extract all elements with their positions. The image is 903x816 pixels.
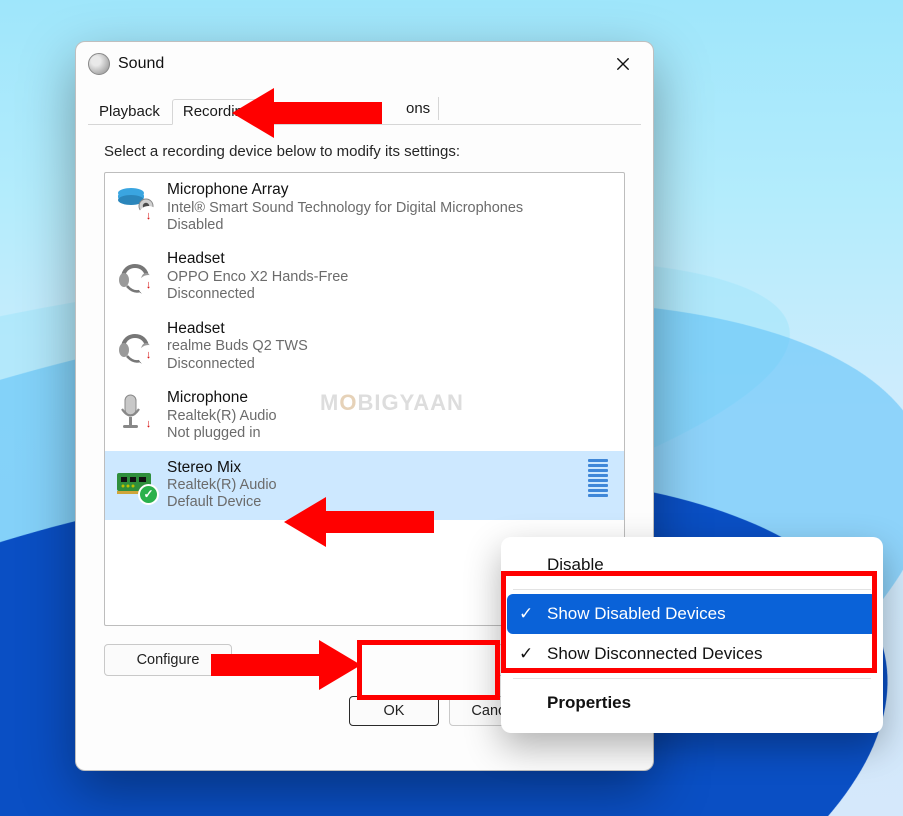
device-sub: Intel® Smart Sound Technology for Digita… <box>167 200 523 217</box>
level-meter-icon <box>588 459 608 497</box>
sound-icon <box>88 53 110 75</box>
disconnected-badge-icon <box>138 345 159 366</box>
check-icon: ✓ <box>519 644 533 664</box>
menu-separator <box>513 589 871 590</box>
default-check-badge-icon <box>138 484 159 505</box>
menu-item-show-disabled[interactable]: ✓ Show Disabled Devices <box>507 594 877 634</box>
microphone-icon <box>113 389 157 433</box>
device-sub: Realtek(R) Audio <box>167 408 277 425</box>
sound-card-icon <box>113 459 157 503</box>
titlebar: Sound <box>76 42 653 84</box>
menu-item-properties[interactable]: Properties <box>507 683 877 723</box>
device-item-headset-realme[interactable]: Headset realme Buds Q2 TWS Disconnected <box>105 312 624 381</box>
configure-button[interactable]: Configure <box>104 644 232 676</box>
desktop-wallpaper: Sound Playback Recording ons Select a re… <box>0 0 903 816</box>
device-name: Headset <box>167 320 308 339</box>
instruction-text: Select a recording device below to modif… <box>104 143 625 160</box>
headset-icon <box>113 320 157 364</box>
tabs-row: Playback Recording ons <box>88 96 641 125</box>
menu-item-disable[interactable]: Disable <box>507 545 877 585</box>
device-item-mic-array[interactable]: Microphone Array Intel® Smart Sound Tech… <box>105 173 624 242</box>
menu-label: Disable <box>547 555 604 575</box>
dialog-title: Sound <box>118 55 601 73</box>
device-status: Default Device <box>167 494 277 511</box>
tab-recording[interactable]: Recording <box>172 99 264 125</box>
close-button[interactable] <box>601 49 645 79</box>
context-menu: Disable ✓ Show Disabled Devices ✓ Show D… <box>501 537 883 733</box>
unplugged-badge-icon <box>138 414 159 435</box>
device-item-microphone[interactable]: Microphone Realtek(R) Audio Not plugged … <box>105 381 624 450</box>
device-name: Stereo Mix <box>167 459 277 478</box>
device-status: Disconnected <box>167 286 348 303</box>
device-name: Headset <box>167 250 348 269</box>
menu-item-show-disconnected[interactable]: ✓ Show Disconnected Devices <box>507 634 877 674</box>
menu-label: Show Disconnected Devices <box>547 644 762 664</box>
device-sub: OPPO Enco X2 Hands-Free <box>167 269 348 286</box>
ok-button[interactable]: OK <box>349 696 439 726</box>
tab-playback[interactable]: Playback <box>88 99 173 124</box>
device-status: Disabled <box>167 217 523 234</box>
tab-fragment[interactable]: ons <box>398 97 439 120</box>
device-name: Microphone <box>167 389 277 408</box>
device-status: Not plugged in <box>167 425 277 442</box>
device-name: Microphone Array <box>167 181 523 200</box>
menu-label: Properties <box>547 693 631 713</box>
microphone-array-icon <box>113 181 157 225</box>
device-item-headset-oppo[interactable]: Headset OPPO Enco X2 Hands-Free Disconne… <box>105 242 624 311</box>
headset-icon <box>113 250 157 294</box>
menu-label: Show Disabled Devices <box>547 604 726 624</box>
check-icon: ✓ <box>519 604 533 624</box>
device-sub: realme Buds Q2 TWS <box>167 338 308 355</box>
menu-separator <box>513 678 871 679</box>
disabled-badge-icon <box>138 206 159 227</box>
device-status: Disconnected <box>167 356 308 373</box>
close-icon <box>616 57 630 71</box>
device-sub: Realtek(R) Audio <box>167 477 277 494</box>
device-item-stereo-mix[interactable]: Stereo Mix Realtek(R) Audio Default Devi… <box>105 451 624 520</box>
